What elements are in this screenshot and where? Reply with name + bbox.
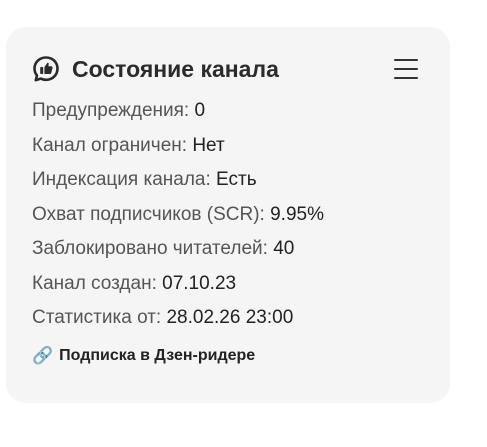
stat-row-stats-date: Статистика от: 28.02.26 23:00 [32,306,432,341]
stat-label: Заблокировано читателей: [32,238,274,259]
stat-label: Предупреждения: [32,100,195,121]
stat-value: 40 [273,238,295,259]
stat-row-indexing: Индексация канала: Есть [32,168,432,203]
stat-row-restricted: Канал ограничен: Нет [32,134,432,169]
stat-value: 0 [194,100,206,121]
stat-row-blocked: Заблокировано читателей: 40 [32,237,432,272]
stats-list: Предупреждения: 0 Канал ограничен: Нет И… [32,99,432,341]
stat-row-created: Канал создан: 07.10.23 [32,272,432,307]
stat-value: Нет [192,134,225,156]
stat-label: Канал создан: [32,272,163,294]
zen-reader-subscription-link[interactable]: 🔗 Подписка в Дзен-ридере [32,345,255,367]
channel-status-card: Состояние канала Предупреждения: 0 Канал… [6,27,450,403]
hamburger-menu-icon-line [394,68,418,70]
stat-value: 28.02.26 23:00 [166,307,294,328]
link-icon: 🔗 [32,346,54,365]
menu-button[interactable] [392,56,422,82]
stat-value: 07.10.23 [162,272,237,294]
hamburger-menu-icon-line [394,77,418,79]
hamburger-menu-icon-line [394,59,418,61]
stat-row-warnings: Предупреждения: 0 [32,99,432,134]
stat-value: 9.95% [270,203,324,225]
stat-value: Есть [216,169,257,190]
thumbs-up-chat-icon [33,56,59,82]
card-header: Состояние канала [32,54,422,84]
stat-label: Охват подписчиков (SCR): [32,203,271,225]
card-title: Состояние канала [72,56,279,82]
link-label: Подписка в Дзен-ридере [59,347,256,364]
stat-label: Статистика от: [32,307,167,328]
stat-row-scr: Охват подписчиков (SCR): 9.95% [32,203,432,238]
stat-label: Канал ограничен: [32,134,193,156]
stat-label: Индексация канала: [32,169,217,190]
